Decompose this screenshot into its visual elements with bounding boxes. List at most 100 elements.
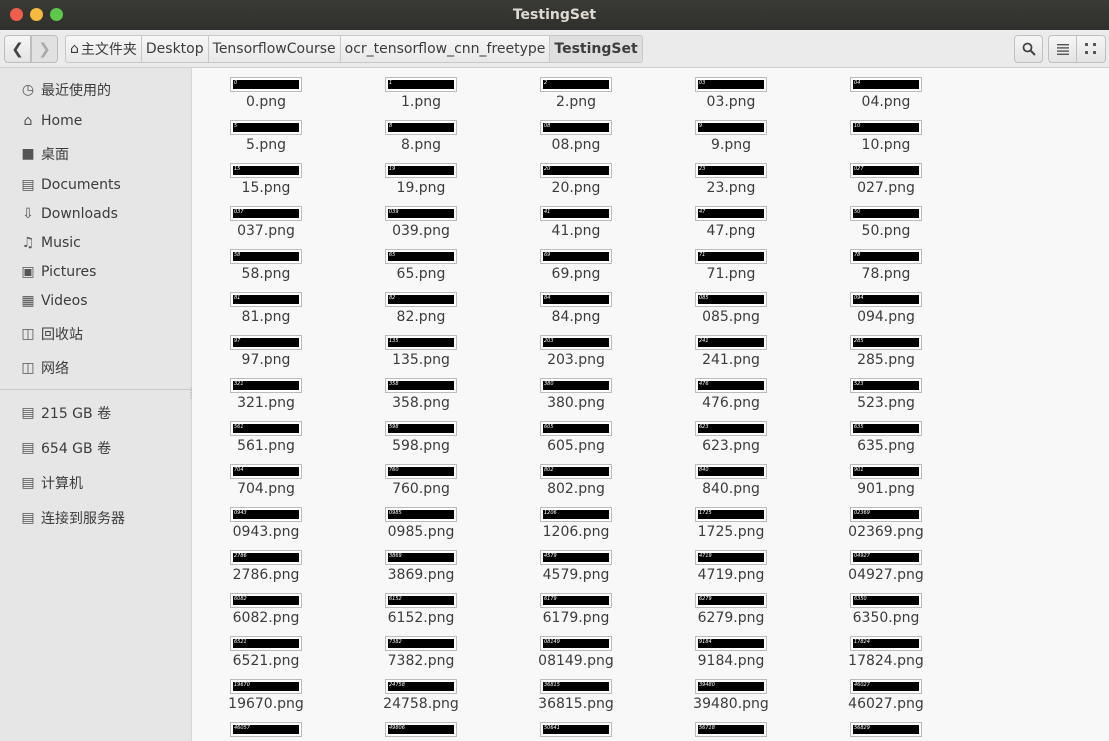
file-item[interactable]: 6521 6521.png [196, 635, 336, 678]
file-item[interactable]: 8 8.png [351, 119, 491, 162]
file-item[interactable]: 523 523.png [816, 377, 956, 420]
file-item[interactable]: 19670 19670.png [196, 678, 336, 721]
file-item[interactable]: 321 321.png [196, 377, 336, 420]
file-item[interactable]: 241 241.png [661, 334, 801, 377]
sidebar-item-pictures[interactable]: ▣ Pictures [0, 259, 192, 285]
file-item[interactable]: 5 5.png [196, 119, 336, 162]
file-item[interactable]: 1725 1725.png [661, 506, 801, 549]
file-item[interactable]: 4579 4579.png [506, 549, 646, 592]
sidebar-item-videos[interactable]: ▦ Videos [0, 288, 192, 314]
file-item[interactable]: 15 15.png [196, 162, 336, 205]
file-item[interactable]: 6082 6082.png [196, 592, 336, 635]
file-item[interactable]: 46057 [196, 721, 336, 741]
sidebar-item-music[interactable]: ♫ Music [0, 230, 192, 256]
list-view-button[interactable] [1048, 35, 1077, 63]
file-item[interactable]: 08149 08149.png [506, 635, 646, 678]
file-item[interactable]: 605 605.png [506, 420, 646, 463]
file-item[interactable]: 1 1.png [351, 76, 491, 119]
file-item[interactable]: 203 203.png [506, 334, 646, 377]
sidebar-item-volume-654[interactable]: ▤ 654 GB 卷 [0, 435, 192, 461]
file-item[interactable]: 03 03.png [661, 76, 801, 119]
file-item[interactable]: 1206 1206.png [506, 506, 646, 549]
file-item[interactable]: 380 380.png [506, 377, 646, 420]
file-item[interactable]: 3869 3869.png [351, 549, 491, 592]
sidebar-item-volume-215[interactable]: ▤ 215 GB 卷 [0, 400, 192, 426]
file-item[interactable]: 027 027.png [816, 162, 956, 205]
file-item[interactable]: 56829 [816, 721, 956, 741]
file-item[interactable]: 81 81.png [196, 291, 336, 334]
file-item[interactable]: 04927 04927.png [816, 549, 956, 592]
sidebar-item-computer[interactable]: ▤ 计算机 [0, 470, 192, 496]
grid-view-button[interactable] [1077, 35, 1106, 63]
file-item[interactable]: 037 037.png [196, 205, 336, 248]
file-item[interactable]: 6179 6179.png [506, 592, 646, 635]
file-item[interactable]: 71 71.png [661, 248, 801, 291]
file-item[interactable]: 094 094.png [816, 291, 956, 334]
file-item[interactable]: 2 2.png [506, 76, 646, 119]
file-item[interactable]: 0943 0943.png [196, 506, 336, 549]
file-item[interactable]: 704 704.png [196, 463, 336, 506]
file-item[interactable]: 2786 2786.png [196, 549, 336, 592]
file-item[interactable]: 20 20.png [506, 162, 646, 205]
file-item[interactable]: 41 41.png [506, 205, 646, 248]
file-item[interactable]: 23 23.png [661, 162, 801, 205]
file-item[interactable]: 6152 6152.png [351, 592, 491, 635]
file-item[interactable]: 561 561.png [196, 420, 336, 463]
file-item[interactable]: 04 04.png [816, 76, 956, 119]
file-item[interactable]: 46027 46027.png [816, 678, 956, 721]
file-item[interactable]: 69 69.png [506, 248, 646, 291]
sidebar-item-downloads[interactable]: ⇩ Downloads [0, 201, 192, 227]
file-item[interactable]: 0 0.png [196, 76, 336, 119]
file-item[interactable]: 58 58.png [196, 248, 336, 291]
file-item[interactable]: 49806 [351, 721, 491, 741]
file-item[interactable]: 6279 6279.png [661, 592, 801, 635]
file-item[interactable]: 476 476.png [661, 377, 801, 420]
file-item[interactable]: 635 635.png [816, 420, 956, 463]
file-item[interactable]: 84 84.png [506, 291, 646, 334]
breadcrumb-home[interactable]: ⌂ 主文件夹 [65, 35, 142, 63]
file-item[interactable]: 9184 9184.png [661, 635, 801, 678]
sidebar-item-recent[interactable]: ◷ 最近使用的 [0, 77, 192, 103]
file-item[interactable]: 623 623.png [661, 420, 801, 463]
back-button[interactable]: ❮ [4, 35, 31, 63]
file-item[interactable]: 19 19.png [351, 162, 491, 205]
file-item[interactable]: 7382 7382.png [351, 635, 491, 678]
file-item[interactable]: 840 840.png [661, 463, 801, 506]
breadcrumb-tensorflowcourse[interactable]: TensorflowCourse [208, 35, 341, 63]
file-item[interactable]: 17824 17824.png [816, 635, 956, 678]
sidebar-item-network[interactable]: ◫ 网络 [0, 355, 192, 381]
file-item[interactable]: 0985 0985.png [351, 506, 491, 549]
file-item[interactable]: 56718 [661, 721, 801, 741]
file-item[interactable]: 47 47.png [661, 205, 801, 248]
sidebar-item-documents[interactable]: ▤ Documents [0, 172, 192, 198]
file-item[interactable]: 6350 6350.png [816, 592, 956, 635]
file-item[interactable]: 65 65.png [351, 248, 491, 291]
file-item[interactable]: 24758 24758.png [351, 678, 491, 721]
breadcrumb-testingset[interactable]: TestingSet [550, 35, 643, 63]
file-item[interactable]: 10 10.png [816, 119, 956, 162]
breadcrumb-ocr-folder[interactable]: ocr_tensorflow_cnn_freetype [340, 35, 551, 63]
sidebar-item-home[interactable]: ⌂ Home [0, 108, 192, 134]
file-item[interactable]: 50641 [506, 721, 646, 741]
file-item[interactable]: 4719 4719.png [661, 549, 801, 592]
sidebar-item-connect-server[interactable]: ▤ 连接到服务器 [0, 505, 192, 531]
file-item[interactable]: 82 82.png [351, 291, 491, 334]
file-item[interactable]: 285 285.png [816, 334, 956, 377]
file-item[interactable]: 39480 39480.png [661, 678, 801, 721]
file-item[interactable]: 802 802.png [506, 463, 646, 506]
file-item[interactable]: 36815 36815.png [506, 678, 646, 721]
file-item[interactable]: 760 760.png [351, 463, 491, 506]
sidebar-item-desktop[interactable]: ■ 桌面 [0, 141, 192, 167]
file-item[interactable]: 358 358.png [351, 377, 491, 420]
sidebar-item-trash[interactable]: ◫ 回收站 [0, 321, 192, 347]
file-item[interactable]: 78 78.png [816, 248, 956, 291]
file-item[interactable]: 9 9.png [661, 119, 801, 162]
file-item[interactable]: 135 135.png [351, 334, 491, 377]
file-item[interactable]: 08 08.png [506, 119, 646, 162]
file-item[interactable]: 039 039.png [351, 205, 491, 248]
file-item[interactable]: 901 901.png [816, 463, 956, 506]
file-item[interactable]: 97 97.png [196, 334, 336, 377]
file-item[interactable]: 02369 02369.png [816, 506, 956, 549]
file-item[interactable]: 598 598.png [351, 420, 491, 463]
forward-button[interactable]: ❯ [31, 35, 58, 63]
